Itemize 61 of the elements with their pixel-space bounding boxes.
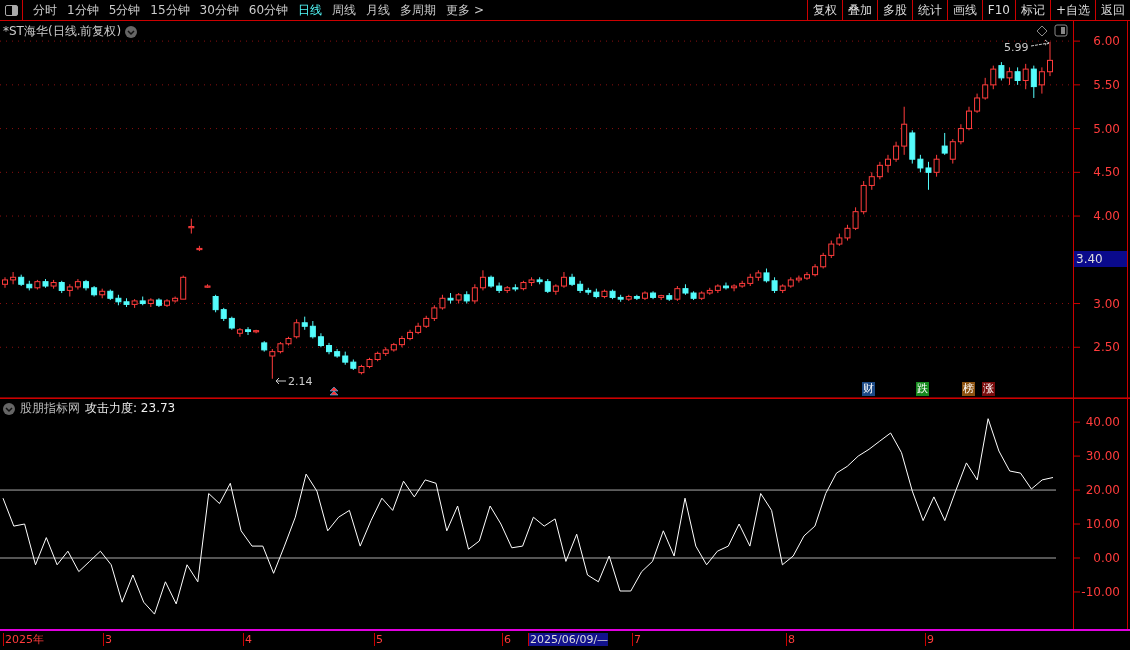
candle [188, 218, 195, 235]
layout-icon[interactable] [1054, 24, 1068, 37]
indicator-tick-label: 0.00 [1093, 551, 1120, 565]
candle [885, 154, 891, 173]
candle [164, 298, 170, 308]
candle [1047, 41, 1053, 77]
event-tag[interactable]: 跌 [916, 382, 929, 396]
indicator-tick-label: 40.00 [1085, 415, 1120, 430]
date-label: 6 [502, 633, 511, 646]
candle [83, 279, 89, 291]
price-tick-label: 4.00 [1093, 209, 1120, 224]
period-tab[interactable]: 15分钟 [150, 1, 190, 19]
price-tick-label: 4.50 [1093, 165, 1120, 180]
indicator-name: 股朋指标网 [20, 400, 80, 417]
indicator-tick-label: 20.00 [1085, 483, 1120, 498]
date-label: 2025/06/09/— [528, 633, 609, 646]
candle [204, 283, 211, 289]
low-price-label: 2.14 [288, 375, 313, 388]
price-tick-label: 2.50 [1093, 340, 1120, 355]
period-tab[interactable]: 周线 [332, 1, 357, 19]
period-tab[interactable]: 更多 > [446, 1, 484, 19]
arrow-icon [1030, 39, 1050, 47]
candle [966, 106, 972, 131]
indicator-tick-label: 30.00 [1085, 449, 1120, 464]
period-tab[interactable]: 月线 [366, 1, 391, 19]
indicator-tick-label: 10.00 [1085, 517, 1120, 532]
period-tab[interactable]: 日线 [298, 1, 323, 19]
price-tick-label: 3.00 [1093, 296, 1120, 311]
date-label: 2025年 [3, 633, 44, 646]
period-tab[interactable]: 1分钟 [67, 1, 99, 19]
chevron-down-icon[interactable] [3, 402, 15, 415]
indicator-tick-label: -10.00 [1081, 584, 1120, 599]
period-tab[interactable]: 分时 [33, 1, 57, 19]
candle [196, 245, 203, 252]
double-caret-icon [329, 386, 339, 396]
date-label: 8 [786, 633, 795, 646]
indicator-reading: 攻击力度: 23.73 [85, 400, 176, 417]
period-tab[interactable]: 30分钟 [199, 1, 239, 19]
candle [804, 271, 810, 281]
event-tag[interactable]: 涨 [982, 382, 995, 396]
stock-title: *ST海华(日线.前复权) [3, 23, 122, 40]
date-label: 7 [632, 633, 641, 646]
price-tick-label: 5.50 [1093, 77, 1120, 92]
date-label: 9 [925, 633, 934, 646]
date-label: 5 [374, 633, 383, 646]
period-tab[interactable]: 多周期 [400, 1, 437, 19]
date-label: 3 [103, 633, 112, 646]
price-tick-label: 5.00 [1093, 121, 1120, 136]
event-tag[interactable]: 财 [862, 382, 875, 396]
price-tick-label: 6.00 [1093, 34, 1120, 49]
candle [245, 326, 251, 336]
event-tag[interactable]: 榜 [962, 382, 975, 396]
period-tab[interactable]: 5分钟 [108, 1, 141, 19]
arrow-icon [275, 377, 287, 385]
chevron-down-icon[interactable] [125, 25, 138, 38]
candle [253, 329, 260, 334]
diamond-icon[interactable] [1036, 25, 1048, 37]
period-tab[interactable]: 60分钟 [248, 1, 289, 19]
high-price-label: 5.99 [1004, 41, 1029, 54]
date-label: 4 [243, 633, 252, 646]
last-price-label: 3.40 [1074, 251, 1127, 267]
